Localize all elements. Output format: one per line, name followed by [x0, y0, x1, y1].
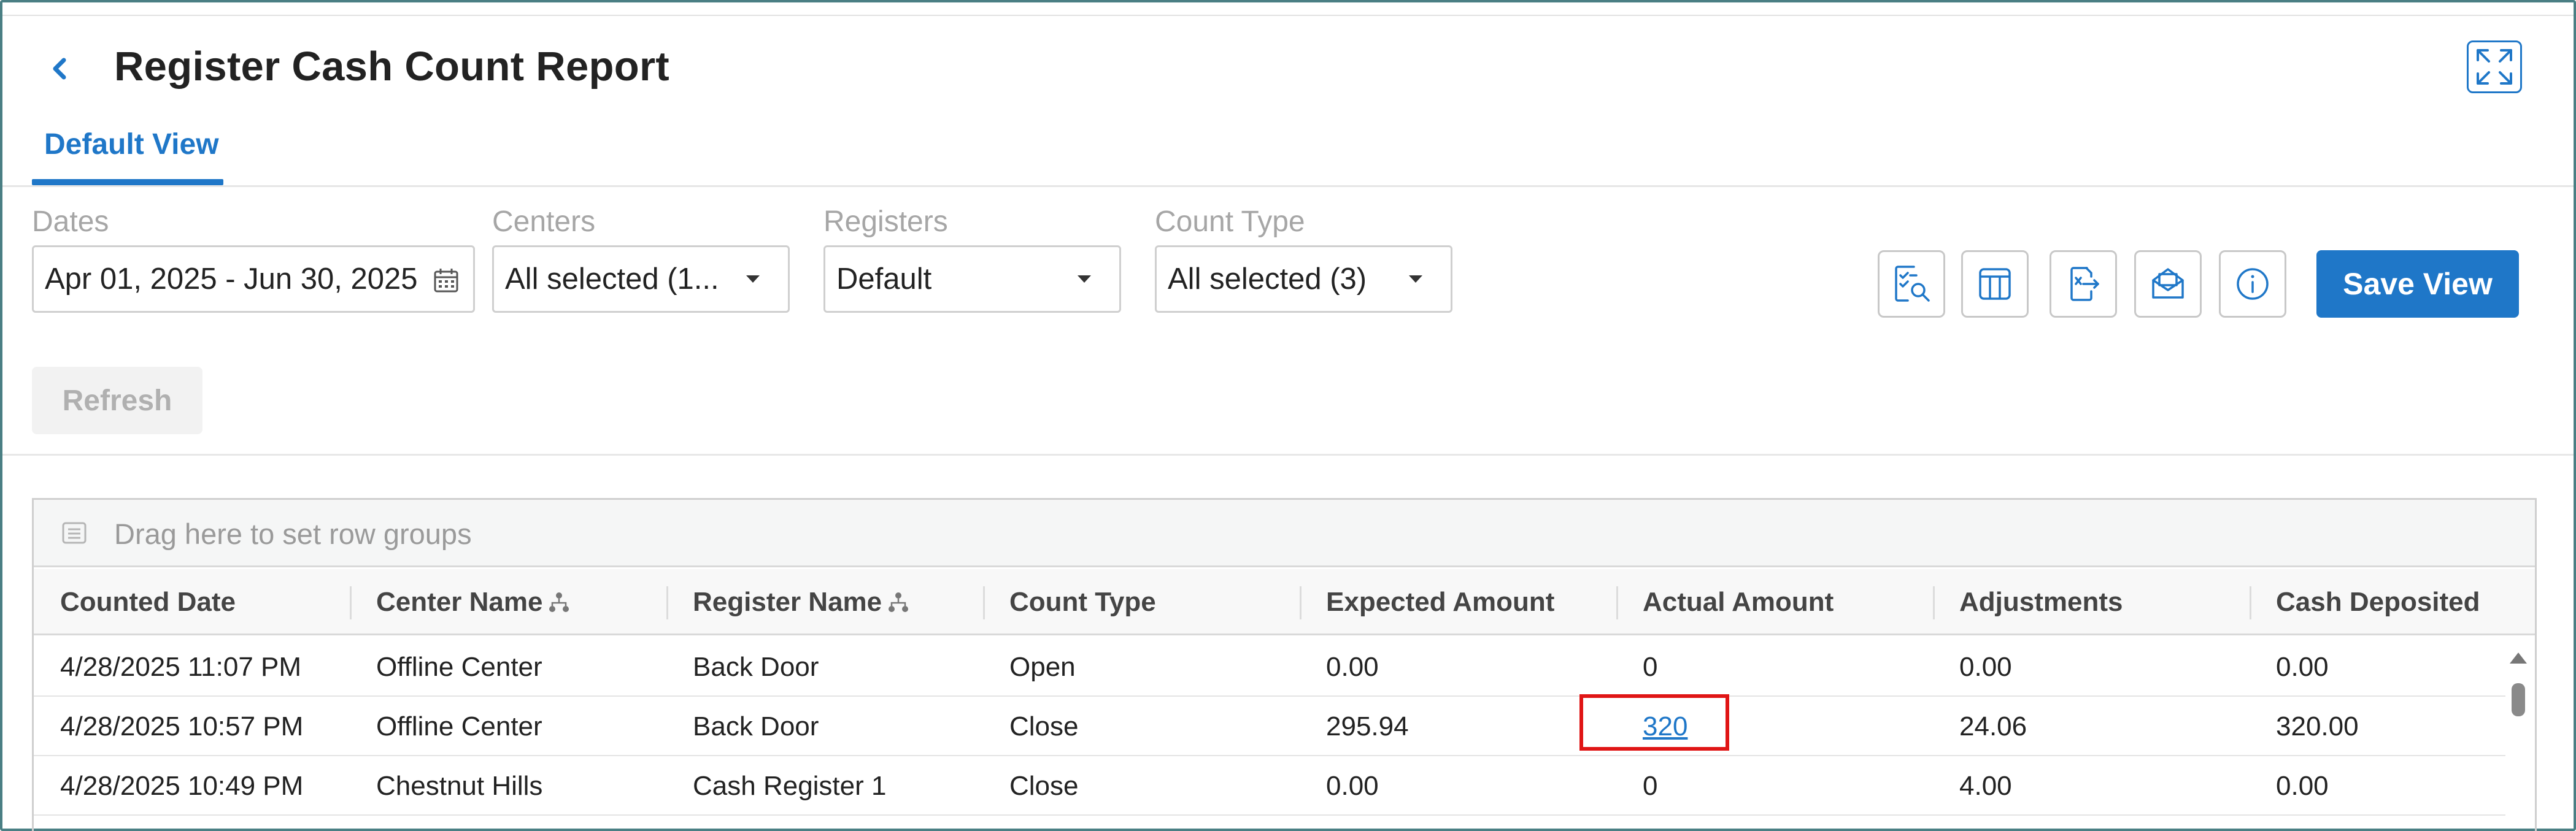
back-button[interactable] [48, 50, 72, 87]
cell-center-name: Offline Center [376, 651, 542, 682]
header-label: Center Name [376, 587, 543, 617]
table-row[interactable]: 4/28/2025 10:49 PM Chestnut Hills Cash R… [34, 756, 2505, 816]
cell-count-type: Close [1009, 770, 1079, 801]
count-type-label: Count Type [1155, 205, 1305, 238]
column-header-expected-amount[interactable]: Expected Amount [1326, 569, 1554, 635]
chevron-down-icon [1078, 275, 1091, 283]
column-separator[interactable] [2250, 586, 2251, 619]
cell-count-type: Open [1009, 651, 1076, 682]
fullscreen-button[interactable] [2467, 40, 2522, 93]
dates-label: Dates [32, 205, 109, 238]
cell-counted-date: 4/28/2025 10:57 PM [60, 711, 304, 741]
columns-button[interactable] [1961, 250, 2029, 318]
column-separator[interactable] [1616, 586, 1618, 619]
row-group-icon [62, 522, 87, 544]
scroll-thumb[interactable] [2512, 683, 2525, 716]
column-header-actual-amount[interactable]: Actual Amount [1643, 569, 1834, 635]
cell-actual-amount: 0 [1643, 770, 1658, 801]
centers-select[interactable]: All selected (1... [492, 245, 790, 313]
header-label: Count Type [1009, 587, 1156, 617]
column-header-register-name[interactable]: Register Name [693, 569, 910, 635]
chevron-left-icon [53, 58, 66, 80]
columns-icon [1979, 268, 2011, 300]
column-separator[interactable] [983, 586, 985, 619]
cell-actual-amount: 0 [1643, 651, 1658, 682]
tabs-divider [2, 185, 2574, 187]
export-icon [2070, 267, 2099, 301]
cell-counted-date: 4/28/2025 11:07 PM [60, 651, 302, 682]
header-label: Adjustments [1959, 587, 2123, 617]
registers-value: Default [836, 262, 932, 296]
header-label: Expected Amount [1326, 587, 1555, 617]
header-label: Register Name [693, 587, 882, 617]
column-header-center-name[interactable]: Center Name [376, 569, 571, 635]
page-title: Register Cash Count Report [114, 44, 669, 90]
checklist-search-icon [1895, 266, 1930, 302]
mail-icon [2152, 268, 2184, 299]
cell-cash-deposited: 320.00 [2276, 711, 2359, 741]
count-type-select[interactable]: All selected (3) [1155, 245, 1452, 313]
top-divider [2, 2, 2574, 16]
tab-default-view[interactable]: Default View [32, 124, 225, 185]
header-label: Counted Date [60, 587, 236, 617]
export-button[interactable] [2050, 250, 2117, 318]
expand-icon [2477, 49, 2512, 85]
registers-label: Registers [823, 205, 948, 238]
cell-register-name: Cash Register 1 [693, 770, 887, 801]
header-label: Actual Amount [1643, 587, 1834, 617]
table-row[interactable]: 4/28/2025 10:57 PM Offline Center Back D… [34, 697, 2505, 756]
info-icon [2237, 268, 2269, 300]
column-separator[interactable] [666, 586, 668, 619]
cell-center-name: Offline Center [376, 711, 542, 741]
cell-register-name: Back Door [693, 711, 819, 741]
section-divider [2, 454, 2574, 456]
cell-center-name: Chestnut Hills [376, 770, 543, 801]
calendar-icon [434, 269, 458, 293]
row-group-hint: Drag here to set row groups [114, 518, 472, 550]
active-tab-indicator [32, 179, 223, 185]
column-header-cash-deposited[interactable]: Cash Deposited [2276, 569, 2480, 635]
column-separator[interactable] [350, 586, 352, 619]
chevron-down-icon [746, 275, 760, 283]
email-report-button[interactable] [2134, 250, 2202, 318]
count-type-value: All selected (3) [1168, 262, 1367, 296]
column-header-counted-date[interactable]: Counted Date [60, 569, 236, 635]
cell-adjustments: 24.06 [1959, 711, 2027, 741]
save-view-button[interactable]: Save View [2316, 250, 2519, 318]
column-separator[interactable] [1300, 586, 1301, 619]
column-separator[interactable] [1933, 586, 1935, 619]
cell-counted-date: 4/28/2025 10:49 PM [60, 770, 304, 801]
dates-value: Apr 01, 2025 - Jun 30, 2025 [45, 262, 418, 296]
table-row[interactable]: 4/28/2025 11:07 PM Offline Center Back D… [34, 637, 2505, 697]
cell-expected-amount: 0.00 [1326, 770, 1379, 801]
chevron-down-icon [1409, 275, 1422, 283]
cell-expected-amount: 0.00 [1326, 651, 1379, 682]
scroll-up-arrow-icon[interactable] [2510, 653, 2527, 664]
cell-cash-deposited: 0.00 [2276, 651, 2329, 682]
centers-value: All selected (1... [505, 262, 719, 296]
vertical-scrollbar[interactable] [2504, 651, 2533, 831]
cell-adjustments: 0.00 [1959, 651, 2012, 682]
header-label: Cash Deposited [2276, 587, 2480, 617]
table-header: Counted Date Center Name Register Name C… [34, 569, 2535, 635]
tab-label: Default View [44, 128, 219, 161]
refresh-button[interactable]: Refresh [32, 367, 202, 434]
hierarchy-icon [889, 592, 909, 612]
cell-count-type: Close [1009, 711, 1079, 741]
cell-expected-amount: 295.94 [1326, 711, 1409, 741]
highlight-box [1579, 694, 1729, 751]
column-header-adjustments[interactable]: Adjustments [1959, 569, 2123, 635]
dates-field[interactable]: Apr 01, 2025 - Jun 30, 2025 [32, 245, 475, 313]
registers-select[interactable]: Default [823, 245, 1121, 313]
info-button[interactable] [2219, 250, 2286, 318]
checklist-search-button[interactable] [1878, 250, 1945, 318]
cell-register-name: Back Door [693, 651, 819, 682]
report-grid: Drag here to set row groups Counted Date… [32, 498, 2537, 831]
row-group-drop-zone[interactable]: Drag here to set row groups [34, 500, 2535, 567]
cell-cash-deposited: 0.00 [2276, 770, 2329, 801]
cell-adjustments: 4.00 [1959, 770, 2012, 801]
hierarchy-icon [549, 592, 569, 612]
column-header-count-type[interactable]: Count Type [1009, 569, 1156, 635]
centers-label: Centers [492, 205, 596, 238]
